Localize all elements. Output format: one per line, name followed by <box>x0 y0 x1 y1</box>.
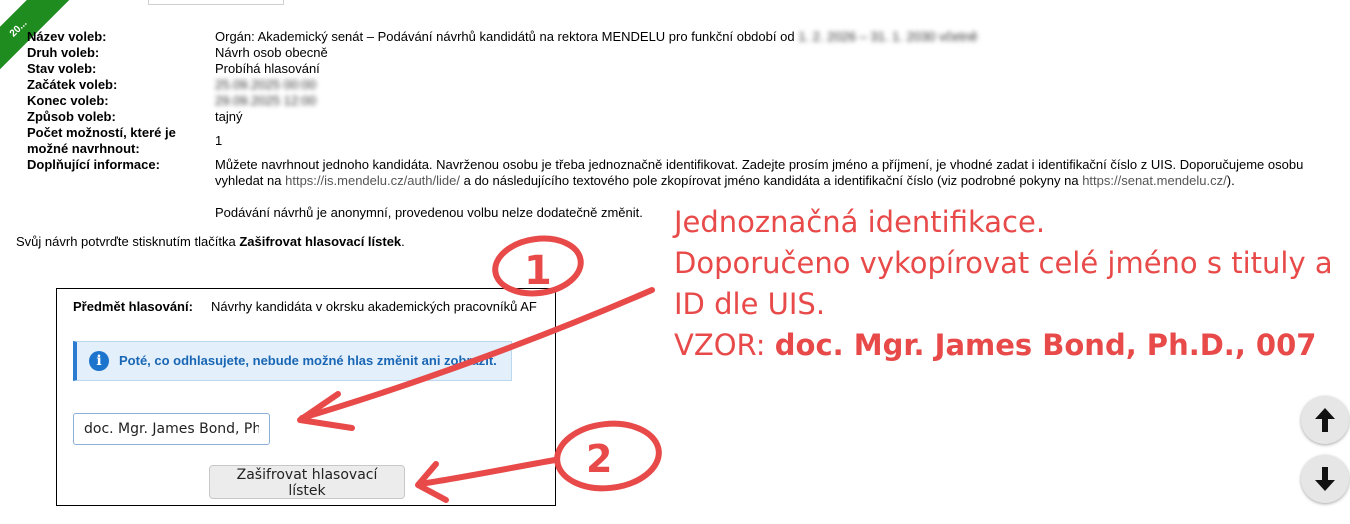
marker-2-label: 2 <box>586 437 612 481</box>
encrypt-ballot-button[interactable]: Zašifrovat hlasovací lístek <box>209 465 405 499</box>
value-election-end: 29.09.2025 12:00 <box>215 93 1337 109</box>
ballot-form: Předmět hlasování: Návrhy kandidáta v okr… <box>56 288 556 506</box>
candidate-input[interactable] <box>73 413 270 445</box>
arrow-down-icon <box>1315 467 1335 491</box>
label-election-type: Druh voleb: <box>27 45 100 60</box>
blurred-period: 1. 2. 2026 – 31. 1. 2030 včetně <box>798 29 978 44</box>
confirm-instruction: Svůj návrh potvrďte stisknutím tlačítka … <box>16 234 405 249</box>
info-icon: i <box>89 351 109 371</box>
row-election-name: Název voleb: Orgán: Akademický senát – P… <box>27 29 1337 45</box>
row-election-state: Stav voleb: Probíhá hlasování <box>27 61 1337 77</box>
confirm-prefix: Svůj návrh potvrďte stisknutím tlačítka <box>16 234 240 249</box>
confirm-suffix: . <box>401 234 405 249</box>
tab-fragment <box>148 0 284 5</box>
annotation-line-1: Jednoznačná identifikace. <box>674 205 1046 239</box>
annotation-line-2: Doporučeno vykopírovat celé jméno s titu… <box>674 246 1333 321</box>
annotation-vzor: VZOR: doc. Mgr. James Bond, Ph.D., 007 <box>674 325 1334 366</box>
confirm-button-ref: Zašifrovat hlasovací lístek <box>239 234 402 249</box>
info-text-b: a do následujícího textového pole zkopír… <box>459 173 1083 188</box>
value-election-start: 25.09.2025 00:00 <box>215 77 1337 93</box>
value-election-type: Návrh osob obecně <box>215 45 328 60</box>
value-election-state: Probíhá hlasování <box>215 61 320 76</box>
value-election-name: Orgán: Akademický senát – Podávání návrh… <box>215 29 1337 45</box>
subject-label: Předmět hlasování: <box>73 299 193 314</box>
row-election-end: Konec voleb: 29.09.2025 12:00 <box>27 93 1337 109</box>
label-election-method: Způsob voleb: <box>27 109 116 124</box>
label-election-end: Konec voleb: <box>27 93 109 108</box>
row-option-count: Počet možností, které je možné navrhnout… <box>27 125 1337 157</box>
value-option-count: 1 <box>215 133 223 148</box>
marker-circle-2 <box>554 420 662 492</box>
vzor-value: doc. Mgr. James Bond, Ph.D., 007 <box>774 328 1317 362</box>
link-uis-people[interactable]: https://is.mendelu.cz/auth/lide/ <box>285 173 460 188</box>
label-option-count: Počet možností, které je možné navrhnout… <box>27 125 176 156</box>
blurred-start-date: 25.09.2025 00:00 <box>215 77 317 92</box>
ballot-subject: Předmět hlasování: Návrhy kandidáta v okr… <box>73 299 537 314</box>
subject-value: Návrhy kandidáta v okrsku akademických p… <box>211 299 537 314</box>
vzor-label: VZOR: <box>674 328 775 362</box>
value-election-method: tajný <box>215 109 243 124</box>
label-election-start: Začátek voleb: <box>27 77 118 92</box>
info-paragraph-1: Můžete navrhnout jednoho kandidáta. Navr… <box>215 157 1337 189</box>
blurred-end-date: 29.09.2025 12:00 <box>215 93 317 108</box>
info-text-c: ). <box>1226 173 1235 188</box>
notice-alert: i Poté, co odhlasujete, nebude možné hla… <box>73 341 512 381</box>
arrow-up-icon <box>1315 408 1335 432</box>
label-election-name: Název voleb: <box>27 29 107 44</box>
label-extra-info: Doplňující informace: <box>27 157 160 172</box>
row-election-method: Způsob voleb: tajný <box>27 109 1337 125</box>
notice-text: Poté, co odhlasujete, nebude možné hlas … <box>119 353 497 368</box>
annotation-text: Jednoznačná identifikace. Doporučeno vyk… <box>674 202 1334 366</box>
row-election-type: Druh voleb: Návrh osob obecně <box>27 45 1337 61</box>
row-election-start: Začátek voleb: 25.09.2025 00:00 <box>27 77 1337 93</box>
election-name-text: Orgán: Akademický senát – Podávání návrh… <box>215 29 795 44</box>
link-senate[interactable]: https://senat.mendelu.cz/ <box>1082 173 1227 188</box>
label-election-state: Stav voleb: <box>27 61 97 76</box>
scroll-down-button[interactable] <box>1301 455 1349 503</box>
scroll-up-button[interactable] <box>1301 396 1349 444</box>
election-info-table: Název voleb: Orgán: Akademický senát – P… <box>27 29 1337 221</box>
